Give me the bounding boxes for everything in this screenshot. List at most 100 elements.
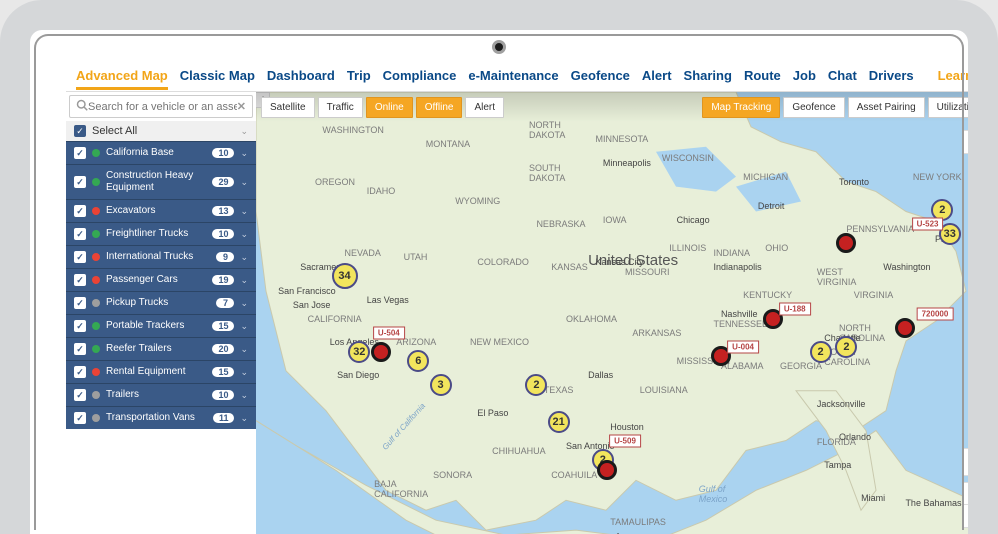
- group-checkbox[interactable]: ✓: [74, 366, 86, 378]
- select-all-label: Select All: [92, 125, 137, 137]
- cluster-marker[interactable]: 6: [407, 350, 429, 372]
- chevron-down-icon[interactable]: ⌄: [240, 298, 248, 309]
- group-row[interactable]: ✓Passenger Cars19⌄: [66, 268, 256, 291]
- chevron-down-icon[interactable]: ⌄: [240, 229, 248, 240]
- pegman-icon[interactable]: [962, 448, 986, 476]
- cluster-marker[interactable]: 32: [348, 341, 370, 363]
- group-row[interactable]: ✓Freightliner Trucks10⌄: [66, 222, 256, 245]
- search-input-row[interactable]: ✕: [69, 95, 253, 118]
- cluster-marker[interactable]: 34: [332, 263, 358, 289]
- search-input[interactable]: [88, 101, 237, 113]
- group-row[interactable]: ✓Pickup Trucks7⌄: [66, 291, 256, 314]
- satellite-button[interactable]: Satellite: [261, 97, 315, 118]
- cluster-marker[interactable]: 3: [430, 374, 452, 396]
- cluster-marker[interactable]: [836, 233, 856, 253]
- chevron-down-icon[interactable]: ⌄: [240, 390, 248, 401]
- group-row[interactable]: ✓Trailers10⌄: [66, 383, 256, 406]
- group-row[interactable]: ✓Reefer Trailers20⌄: [66, 337, 256, 360]
- alert-button[interactable]: Alert: [465, 97, 504, 118]
- group-count-badge: 7: [216, 298, 234, 308]
- geofence-button[interactable]: Geofence: [783, 97, 844, 118]
- traffic-button[interactable]: Traffic: [318, 97, 363, 118]
- chevron-down-icon[interactable]: ⌄: [240, 252, 248, 263]
- group-row[interactable]: ✓International Trucks9⌄: [66, 245, 256, 268]
- group-row[interactable]: ✓Excavators13⌄: [66, 199, 256, 222]
- select-all-row[interactable]: ✓ Select All ⌄: [66, 121, 256, 141]
- unit-label[interactable]: U-504: [373, 326, 405, 339]
- clear-search-icon[interactable]: ✕: [237, 100, 246, 113]
- group-checkbox[interactable]: ✓: [74, 251, 86, 263]
- chevron-down-icon[interactable]: ⌄: [240, 321, 248, 332]
- nav-item-classic-map[interactable]: Classic Map: [180, 68, 255, 83]
- map-background: [256, 92, 994, 534]
- cluster-marker[interactable]: 2: [810, 341, 832, 363]
- group-checkbox[interactable]: ✓: [74, 228, 86, 240]
- nav-item-alert[interactable]: Alert: [642, 68, 672, 83]
- chevron-down-icon[interactable]: ⌄: [240, 275, 248, 286]
- group-label: Excavators: [106, 205, 206, 217]
- group-checkbox[interactable]: ✓: [74, 274, 86, 286]
- cluster-marker[interactable]: 21: [548, 411, 570, 433]
- chevron-down-icon[interactable]: ⌄: [240, 126, 248, 137]
- group-count-badge: 15: [212, 321, 234, 331]
- nav-item-geofence[interactable]: Geofence: [571, 68, 630, 83]
- nav-item-compliance[interactable]: Compliance: [383, 68, 457, 83]
- cluster-marker[interactable]: [895, 318, 915, 338]
- chevron-down-icon[interactable]: ⌄: [240, 367, 248, 378]
- unit-label[interactable]: U-188: [779, 303, 811, 316]
- group-count-badge: 10: [212, 229, 234, 239]
- online-button[interactable]: Online: [366, 97, 413, 118]
- chevron-down-icon[interactable]: ⌄: [240, 148, 248, 159]
- nav-item-advanced-map[interactable]: Advanced Map: [76, 68, 168, 90]
- status-dot-icon: [92, 230, 100, 238]
- learning-link[interactable]: Learning: [938, 68, 993, 83]
- select-all-checkbox[interactable]: ✓: [74, 125, 86, 137]
- utilization-button[interactable]: Utilization: [928, 97, 989, 118]
- group-row[interactable]: ✓Construction Heavy Equipment29⌄: [66, 164, 256, 199]
- status-dot-icon: [92, 178, 100, 186]
- unit-label[interactable]: U-509: [609, 435, 641, 448]
- asset-pairing-button[interactable]: Asset Pairing: [848, 97, 925, 118]
- nav-item-e-maintenance[interactable]: e-Maintenance: [468, 68, 558, 83]
- chevron-down-icon[interactable]: ⌄: [240, 206, 248, 217]
- group-row[interactable]: ✓California Base10⌄: [66, 141, 256, 164]
- zoom-out-button[interactable]: −: [963, 505, 985, 527]
- map-area[interactable]: ⟨ Satellite Traffic Online Offline Alert…: [256, 92, 994, 534]
- group-checkbox[interactable]: ✓: [74, 205, 86, 217]
- cluster-marker[interactable]: [371, 342, 391, 362]
- group-row[interactable]: ✓Transportation Vans11⌄: [66, 406, 256, 429]
- chevron-down-icon[interactable]: ⌄: [240, 413, 248, 424]
- group-checkbox[interactable]: ✓: [74, 320, 86, 332]
- unit-label[interactable]: U-004: [727, 340, 759, 353]
- group-row[interactable]: ✓ Portable Trackers 15 ⌄: [66, 314, 256, 337]
- nav-item-chat[interactable]: Chat: [828, 68, 857, 83]
- chevron-down-icon[interactable]: ⌄: [240, 177, 248, 188]
- unit-label[interactable]: U-523: [912, 218, 944, 231]
- group-checkbox[interactable]: ✓: [74, 389, 86, 401]
- nav-item-job[interactable]: Job: [793, 68, 816, 83]
- unit-label[interactable]: 720000: [917, 307, 954, 320]
- group-checkbox[interactable]: ✓: [74, 297, 86, 309]
- device-camera: [492, 40, 506, 54]
- nav-item-sharing[interactable]: Sharing: [684, 68, 732, 83]
- nav-item-route[interactable]: Route: [744, 68, 781, 83]
- group-label: Portable Trackers: [106, 320, 206, 332]
- nav-item-drivers[interactable]: Drivers: [869, 68, 914, 83]
- group-checkbox[interactable]: ✓: [74, 147, 86, 159]
- status-dot-icon: [92, 207, 100, 215]
- cluster-marker[interactable]: 2: [835, 336, 857, 358]
- nav-item-dashboard[interactable]: Dashboard: [267, 68, 335, 83]
- group-checkbox[interactable]: ✓: [74, 343, 86, 355]
- group-label: Rental Equipment: [106, 366, 206, 378]
- map-tracking-button[interactable]: Map Tracking: [702, 97, 780, 118]
- fullscreen-button[interactable]: [962, 130, 986, 154]
- group-checkbox[interactable]: ✓: [74, 176, 86, 188]
- chevron-down-icon[interactable]: ⌄: [240, 344, 248, 355]
- offline-button[interactable]: Offline: [416, 97, 463, 118]
- zoom-in-button[interactable]: +: [963, 483, 985, 505]
- group-row[interactable]: ✓Rental Equipment15⌄: [66, 360, 256, 383]
- cluster-marker[interactable]: 2: [525, 374, 547, 396]
- cluster-marker[interactable]: [597, 460, 617, 480]
- nav-item-trip[interactable]: Trip: [347, 68, 371, 83]
- group-checkbox[interactable]: ✓: [74, 412, 86, 424]
